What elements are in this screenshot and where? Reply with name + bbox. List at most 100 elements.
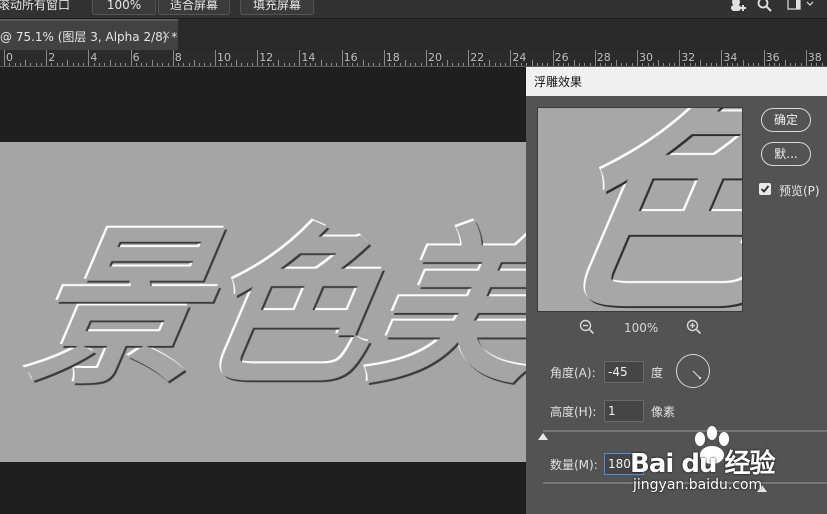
preview-checkbox-label[interactable]: 预览(P) [779,182,820,199]
ruler-minor-tick [9,63,11,66]
ruler-minor-tick [578,63,580,66]
ruler-major-tick [426,50,427,66]
ruler-minor-tick [642,63,644,66]
ruler-minor-tick [821,63,823,66]
ruler-minor-tick [573,60,575,66]
dialog-title: 浮雕效果 [534,75,583,89]
height-unit: 像素 [651,405,676,419]
horizontal-ruler[interactable]: 0 2 4 6 8 10 12 14 16 18 20 22 24 26 28 30 32 34 36 38 [0,50,827,67]
angle-input[interactable]: -45 [604,361,644,383]
ruler-minor-tick [283,63,285,66]
ruler-minor-tick [779,63,781,66]
ruler-minor-tick [162,63,164,66]
workspace-icon[interactable] [787,0,817,11]
ruler-minor-tick [800,63,802,66]
embossed-text-artwork: 景色美 [15,210,540,407]
checkbox-check-icon [760,185,770,193]
dialog-titlebar[interactable]: 浮雕效果 [526,67,827,96]
ruler-minor-tick [452,63,454,66]
canvas-text: 景色美 [15,210,540,407]
zoom-in-icon[interactable] [686,319,702,335]
zoom-100-button[interactable]: 100% [92,0,156,15]
ruler-minor-tick [167,63,169,66]
ruler-minor-tick [114,63,116,66]
zoom-out-icon[interactable] [579,319,595,335]
ruler-minor-tick [415,63,417,66]
ruler-minor-tick [294,63,296,66]
ruler-minor-tick [183,63,185,66]
ruler-major-tick [172,50,174,66]
preview-window[interactable]: 色 [537,107,743,312]
ruler-minor-tick [352,63,354,66]
ruler-minor-tick [236,60,238,66]
ruler-minor-tick [731,63,733,66]
ruler-major-tick [215,50,216,66]
ruler-minor-tick [410,63,412,66]
ruler-minor-tick [394,63,396,66]
ruler-minor-tick [389,63,391,66]
ruler-label: 32 [681,51,696,64]
ruler-label: 22 [470,51,485,64]
angle-label: 角度(A): [550,366,596,380]
preview-zoom-controls: 100% [526,319,756,339]
ruler-minor-tick [568,63,570,66]
ruler-minor-tick [373,63,375,66]
ruler-minor-tick [241,63,243,66]
ruler-label: 18 [385,51,400,64]
ruler-minor-tick [178,63,180,66]
ruler-minor-tick [67,60,69,66]
ruler-label: 10 [217,51,231,64]
ruler-minor-tick [399,63,401,66]
ruler-minor-tick [473,63,475,66]
ruler-minor-tick [56,63,58,66]
ruler-major-tick [805,50,807,66]
ruler-minor-tick [584,63,586,66]
ruler-minor-tick [62,63,64,66]
preview-checkbox[interactable] [759,183,771,195]
options-bar: 滚动所有窗口 100% 适合屏幕 填充屏幕 [0,0,827,19]
ruler-minor-tick [795,63,797,66]
angle-dial[interactable] [676,354,710,388]
fill-screen-button[interactable]: 填充屏幕 [240,0,314,15]
ruler-minor-tick [109,60,111,66]
height-input[interactable]: 1 [604,400,644,422]
ruler-minor-tick [811,63,813,66]
ruler-minor-tick [615,60,617,66]
ruler-minor-tick [631,63,633,66]
ruler-minor-tick [40,63,42,66]
preview-artwork: 色 [538,108,743,312]
fit-screen-button[interactable]: 适合屏幕 [158,0,230,15]
default-button[interactable]: 默... [761,142,811,166]
ok-button[interactable]: 确定 [761,108,811,132]
document-tab[interactable]: @ 75.1% (图层 3, Alpha 2/8) * × [0,19,178,50]
ruler-minor-tick [98,63,100,66]
ruler-minor-tick [557,63,559,66]
ruler-minor-tick [51,63,53,66]
height-slider-thumb[interactable] [538,433,548,440]
ruler-minor-tick [663,63,665,66]
user-icon[interactable] [728,0,746,13]
document-canvas[interactable]: 景色美 [0,142,540,462]
ruler-minor-tick [83,63,85,66]
ruler-minor-tick [325,63,327,66]
ruler-minor-tick [652,63,654,66]
close-icon[interactable]: × [161,28,171,42]
ruler-label: 24 [512,51,527,64]
ruler-minor-tick [505,63,507,66]
ruler-minor-tick [404,60,406,66]
ruler-minor-tick [747,63,749,66]
ruler-minor-tick [19,63,21,66]
document-tab-title: @ 75.1% (图层 3, Alpha 2/8) * [0,30,178,44]
scroll-all-windows-checkbox-label[interactable]: 滚动所有窗口 [0,0,70,14]
ruler-minor-tick [737,63,739,66]
preview-text: 色 [538,108,743,312]
search-icon[interactable] [757,0,773,13]
ruler-major-tick [88,50,90,66]
ruler-minor-tick [77,63,79,66]
ruler-label: 30 [639,51,653,64]
ruler-major-tick [299,50,301,66]
ruler-minor-tick [589,63,591,66]
ruler-minor-tick [93,63,95,66]
ruler-minor-tick [684,63,686,66]
ruler-minor-tick [789,63,791,66]
